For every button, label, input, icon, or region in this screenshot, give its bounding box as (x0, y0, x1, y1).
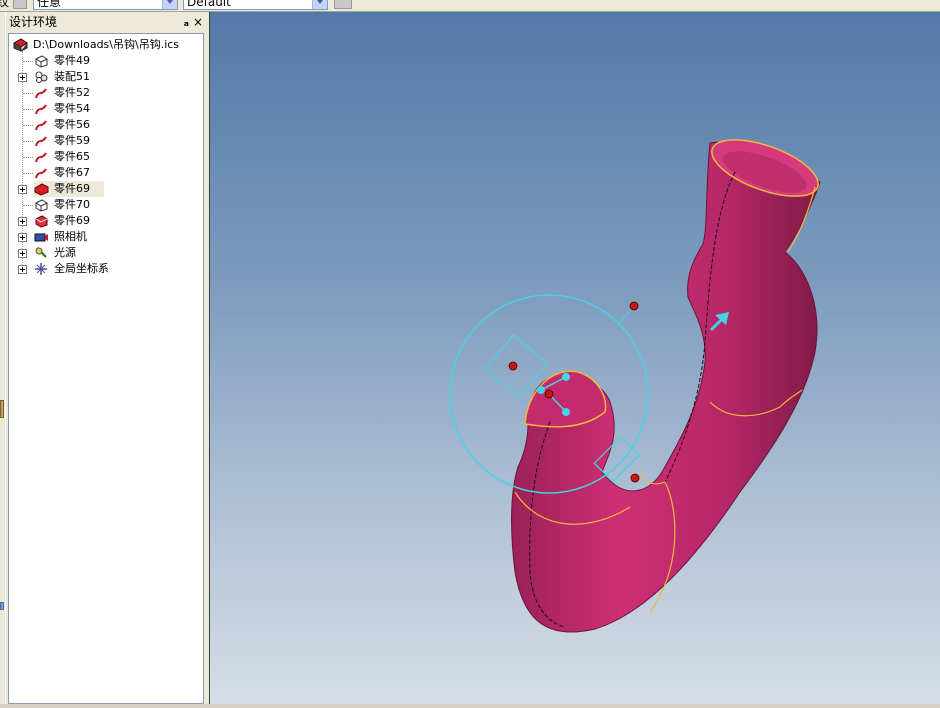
tree-connector (23, 125, 33, 126)
tree-item-label: 全局坐标系 (54, 262, 109, 275)
tree-item[interactable]: 装配51 (34, 69, 214, 85)
tree-item[interactable]: 光源 (34, 245, 214, 261)
dock-tab[interactable] (0, 400, 4, 418)
style-combo-value: Default (187, 0, 231, 9)
tree-item-label: D:\Downloads\吊钩\吊钩.ics (33, 38, 180, 51)
gizmo-handle[interactable] (562, 408, 570, 416)
red-handle[interactable] (629, 301, 639, 311)
tree-item[interactable]: 零件49 (34, 53, 214, 69)
tree-item[interactable]: 全局坐标系 (34, 261, 214, 277)
gizmo-handle[interactable] (537, 386, 545, 394)
tree-item[interactable]: 零件65 (34, 149, 214, 165)
tree-connector (23, 157, 33, 158)
tree-connector (23, 205, 33, 206)
chevron-down-icon[interactable] (162, 0, 177, 9)
assembly-icon (34, 70, 49, 84)
expand-toggle-icon[interactable] (18, 265, 27, 274)
design-environment-panel: 设计环境 ₐ × D:\Downloads\吊钩\吊钩.ics 零件49 装配51 零… (5, 12, 209, 704)
tree-item[interactable]: D:\Downloads\吊钩\吊钩.ics (12, 37, 193, 53)
tree-item-label: 零件54 (54, 102, 90, 115)
close-icon[interactable]: × (193, 12, 203, 32)
tree-item[interactable]: 零件67 (34, 165, 214, 181)
panel-header: 设计环境 ₐ × (6, 12, 209, 32)
toolbar: 纹 任意 Default (0, 0, 940, 12)
viewport-canvas[interactable] (210, 12, 940, 704)
tree-item[interactable]: 零件52 (34, 85, 214, 101)
tree-item[interactable]: 零件56 (34, 117, 214, 133)
root-design-icon (12, 38, 28, 52)
red-solid-icon (34, 214, 49, 228)
filter-combo-value: 任意 (37, 0, 62, 9)
panel-title: 设计环境 (9, 15, 58, 29)
design-tree: D:\Downloads\吊钩\吊钩.ics 零件49 装配51 零件52 零件54 零件… (8, 33, 204, 704)
red-part-icon (34, 182, 49, 196)
sketch-curve-icon (34, 150, 49, 164)
part-box-icon (34, 198, 49, 212)
sketch-curve-icon (34, 86, 49, 100)
tree-connector (23, 93, 33, 94)
tree-item-label: 零件56 (54, 118, 90, 131)
tree-item[interactable]: 照相机 (34, 229, 214, 245)
dock-tab[interactable] (0, 602, 4, 610)
grid-toggle-icon[interactable] (334, 0, 352, 9)
toolbar-tool-icon[interactable] (13, 0, 27, 9)
tree-item-label: 零件70 (54, 198, 90, 211)
tree-item-label: 零件59 (54, 134, 90, 147)
tree-item-label: 零件65 (54, 150, 90, 163)
tree-item-label: 零件67 (54, 166, 90, 179)
chevron-down-icon[interactable] (312, 0, 327, 9)
sketch-curve-icon (34, 134, 49, 148)
tree-item-label: 光源 (54, 246, 76, 259)
sketch-curve-icon (34, 166, 49, 180)
tree-connector (23, 109, 33, 110)
expand-toggle-icon[interactable] (18, 73, 27, 82)
red-handle[interactable] (508, 361, 518, 371)
style-combo[interactable]: Default (183, 0, 328, 10)
tree-connector (23, 141, 33, 142)
tree-item-label: 照相机 (54, 230, 87, 243)
red-handle[interactable] (630, 473, 640, 483)
tree-item[interactable]: 零件70 (34, 197, 214, 213)
tree-item[interactable]: 零件69 (34, 181, 104, 197)
gizmo-handle[interactable] (562, 373, 570, 381)
camera-icon (34, 230, 49, 244)
tree-item-label: 零件52 (54, 86, 90, 99)
tree-item-label: 零件49 (54, 54, 90, 67)
expand-toggle-icon[interactable] (18, 217, 27, 226)
tree-item-label: 装配51 (54, 70, 90, 83)
expand-toggle-icon[interactable] (18, 233, 27, 242)
tree-item[interactable]: 零件69 (34, 213, 214, 229)
sketch-curve-icon (34, 118, 49, 132)
3d-viewport[interactable] (209, 12, 940, 704)
pin-icon[interactable]: ₐ (184, 12, 190, 32)
toolbar-partial-label: 纹 (0, 0, 9, 10)
expand-toggle-icon[interactable] (18, 185, 27, 194)
part-box-icon (34, 54, 49, 68)
tree-item[interactable]: 零件54 (34, 101, 214, 117)
coordinate-system-icon (34, 262, 49, 276)
tree-connector (23, 61, 33, 62)
red-handle[interactable] (544, 389, 554, 399)
expand-toggle-icon[interactable] (18, 249, 27, 258)
sketch-curve-icon (34, 102, 49, 116)
tree-item[interactable]: 零件59 (34, 133, 214, 149)
tree-item-label: 零件69 (54, 214, 90, 227)
tree-connector (23, 173, 33, 174)
filter-combo[interactable]: 任意 (33, 0, 178, 10)
light-icon (34, 246, 49, 260)
tree-item-label: 零件69 (54, 182, 90, 195)
